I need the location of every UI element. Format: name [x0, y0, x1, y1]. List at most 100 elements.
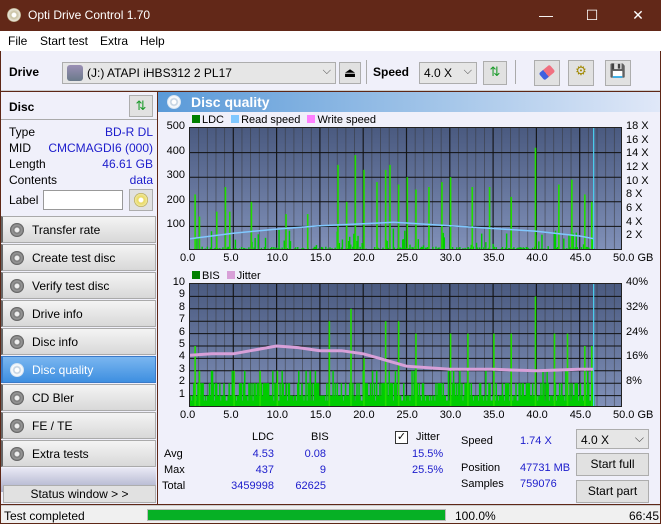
eject-button[interactable]: ⏏ — [339, 62, 361, 84]
ldc-bar — [459, 246, 461, 249]
save-icon: 💾 — [609, 63, 627, 78]
refresh-button[interactable]: ⇅ — [483, 61, 507, 85]
menu-start-test[interactable]: Start test — [40, 34, 88, 48]
disc-refresh-button[interactable]: ⇅ — [129, 95, 153, 117]
test-speed-select[interactable]: 4.0 X ⌵ — [576, 429, 649, 449]
label-input[interactable] — [43, 190, 123, 210]
stats-max-jitter: 25.5% — [412, 464, 444, 476]
x-tick-label: 0.0 — [180, 252, 196, 264]
ldc-bar — [282, 249, 283, 250]
ldc-bar — [297, 247, 299, 249]
ldc-bar — [443, 237, 446, 249]
info-value: data — [129, 173, 153, 187]
nav-label: FE / TE — [32, 419, 73, 433]
drive-select[interactable]: (J:) ATAPI iHBS312 2 PL17 ⌵ — [62, 62, 336, 84]
nav-label: Extra tests — [32, 447, 89, 461]
start-part-button[interactable]: Start part — [576, 480, 649, 503]
cd-icon — [134, 193, 148, 207]
speed-select[interactable]: 4.0 X ⌵ — [419, 62, 477, 84]
ldc-bar — [240, 247, 243, 249]
ldc-bar — [390, 249, 391, 250]
ldc-peak — [397, 184, 400, 249]
ldc-peak — [590, 201, 593, 249]
ldc-peak — [415, 189, 417, 249]
start-full-button[interactable]: Start full — [576, 453, 649, 476]
nav-extra-tests[interactable]: Extra tests — [1, 440, 156, 467]
stats-max-bis: 9 — [319, 464, 326, 476]
ldc-bar — [222, 247, 224, 249]
ldc-bar — [317, 248, 320, 249]
nav-transfer-rate[interactable]: Transfer rate — [1, 216, 156, 243]
ldc-bar — [589, 248, 591, 249]
disc-icon — [10, 335, 24, 349]
ldc-bar — [315, 245, 318, 249]
ldc-peak — [194, 194, 196, 249]
ldc-peak — [441, 182, 443, 249]
ldc-chart — [189, 127, 622, 250]
menu-file[interactable]: File — [8, 34, 27, 48]
x-tick-label: 50.0 GB — [613, 409, 654, 421]
ldc-peak — [215, 211, 218, 249]
y-tick-label: 5 — [178, 338, 185, 350]
nav-cd-bler[interactable]: CD Bler — [1, 384, 156, 411]
bis-chart — [189, 283, 622, 407]
nav-create-test-disc[interactable]: Create test disc — [1, 244, 156, 271]
ldc-peak — [363, 169, 365, 249]
ldc-peak — [384, 169, 387, 249]
ldc-peak — [406, 177, 409, 249]
drive-select-value: (J:) ATAPI iHBS312 2 PL17 — [87, 66, 232, 80]
stats-max-label: Max — [164, 464, 185, 476]
ldc-peak — [584, 194, 586, 249]
jitter-checkbox[interactable]: ✓ — [395, 431, 408, 444]
ldc-bar — [325, 246, 327, 249]
label-key: Label — [9, 193, 39, 207]
ldc-bar — [267, 248, 270, 249]
status-window-button[interactable]: Status window > > — [3, 485, 156, 503]
maximize-button[interactable]: ☐ — [569, 0, 615, 31]
y2-tick-label: 24% — [626, 325, 649, 338]
minimize-button[interactable]: — — [523, 0, 569, 31]
ldc-bar — [531, 247, 534, 249]
stats-avg-ldc: 4.53 — [252, 448, 274, 460]
ldc-bar — [190, 248, 192, 249]
x-tick-label: 45.0 — [569, 252, 592, 264]
ldc-bar — [462, 248, 464, 249]
disc-title: Disc — [9, 100, 35, 114]
label-button[interactable] — [129, 189, 153, 211]
x-tick-label: 0.0 — [180, 409, 196, 421]
ldc-bar — [550, 248, 553, 249]
ldc-bar — [279, 248, 281, 249]
ldc-bar — [283, 240, 285, 249]
ldc-bar — [398, 249, 399, 250]
toolbar-separator — [366, 60, 367, 84]
legend-write-speed: Write speed — [317, 114, 376, 126]
ldc-bar — [456, 247, 458, 249]
nav-verify-test-disc[interactable]: Verify test disc — [1, 272, 156, 299]
ldc-bar — [509, 248, 511, 249]
ldc-bar — [338, 249, 339, 250]
erase-button[interactable] — [534, 60, 560, 86]
ldc-peak — [471, 187, 474, 249]
ldc-bar — [464, 247, 466, 249]
ldc-peak — [354, 155, 357, 249]
settings-button[interactable]: ⚙ — [568, 60, 594, 86]
nav-label: Create test disc — [32, 251, 116, 265]
ldc-bar — [381, 249, 382, 250]
ldc-bar — [501, 246, 504, 249]
x-tick-label: 50.0 GB — [613, 252, 654, 264]
ldc-bar — [576, 247, 579, 249]
bis-peak — [328, 321, 331, 406]
bis-legend: BIS Jitter — [192, 270, 265, 282]
ldc-bar — [204, 248, 206, 249]
y-tick-label: 100 — [166, 218, 185, 231]
ldc-bar — [300, 249, 301, 250]
nav-disc-info[interactable]: Disc info — [1, 328, 156, 355]
nav-fe-te[interactable]: FE / TE — [1, 412, 156, 439]
close-button[interactable]: ✕ — [615, 0, 661, 31]
nav-drive-info[interactable]: Drive info — [1, 300, 156, 327]
menu-help[interactable]: Help — [140, 34, 165, 48]
ldc-bar — [264, 237, 267, 249]
nav-disc-quality[interactable]: Disc quality — [1, 356, 156, 383]
menu-extra[interactable]: Extra — [100, 34, 128, 48]
save-button[interactable]: 💾 — [605, 60, 631, 86]
